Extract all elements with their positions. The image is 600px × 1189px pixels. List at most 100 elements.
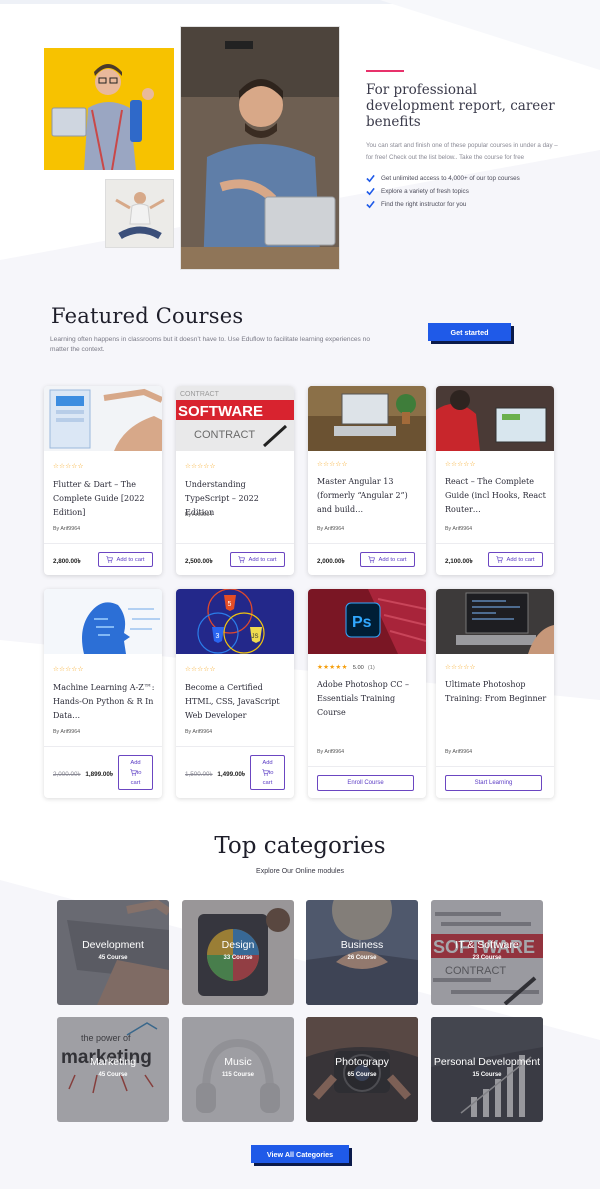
add-to-cart-label-row: to	[129, 768, 142, 778]
course-author: By Arif9964	[445, 526, 473, 532]
add-to-cart-label: Add to cart	[506, 556, 535, 563]
category-course-count: 45 Course	[98, 1072, 128, 1078]
category-tile-design[interactable]: Design 33 Course	[182, 900, 294, 1005]
course-title[interactable]: Ultimate Photoshop Training: From Beginn…	[445, 678, 549, 706]
course-price: 2,000.00৳	[317, 558, 345, 565]
get-started-button[interactable]: Get started	[428, 323, 511, 341]
course-card[interactable]: CONTRACT SOFTWARE CONTRACT ☆☆☆☆☆ Underst…	[176, 386, 294, 575]
category-tile-personal-development[interactable]: Personal Development 15 Course	[431, 1017, 543, 1122]
add-to-cart-button[interactable]: Add to cart	[118, 755, 153, 790]
category-course-count: 45 Course	[98, 955, 128, 961]
course-old-price: 1,500.00৳	[185, 771, 213, 778]
course-thumbnail[interactable]	[44, 589, 162, 654]
course-author: By Arif9964	[53, 526, 81, 532]
course-price: 1,500.00৳ 1,499.00৳	[185, 769, 245, 780]
contract-word: CONTRACT	[194, 429, 255, 441]
course-card[interactable]: ☆☆☆☆☆ Master Angular 13 (formerly “Angul…	[308, 386, 426, 575]
course-title[interactable]: Machine Learning A-Z™: Hands-On Python &…	[53, 681, 157, 723]
add-to-cart-button[interactable]: Add to cart	[230, 552, 285, 567]
software-word: SOFTWARE	[178, 403, 263, 420]
course-card[interactable]: 5 3 JS ☆☆☆☆☆ Become a Certified HTML, CS…	[176, 589, 294, 798]
add-to-cart-label: to	[268, 769, 274, 776]
card-divider	[44, 543, 162, 544]
course-thumbnail[interactable]	[44, 386, 162, 451]
add-to-cart-label: Add to cart	[248, 556, 277, 563]
enroll-course-button[interactable]: Enroll Course	[317, 775, 414, 791]
course-thumbnail[interactable]	[436, 589, 554, 654]
category-name: Photograpy	[335, 1056, 389, 1068]
course-price: 2,100.00৳	[445, 558, 473, 565]
category-tile-marketing[interactable]: the power of marketing Marketing 45 Cour…	[57, 1017, 169, 1122]
course-sale-price: 1,499.00৳	[217, 771, 246, 778]
course-thumbnail[interactable]	[308, 386, 426, 451]
course-price: 2,500.00৳	[185, 558, 213, 565]
card-divider	[308, 543, 426, 544]
top-categories-title: Top categories	[214, 833, 386, 859]
category-tile-it-software[interactable]: SOFTWARE CONTRACT IT & Software 23 Cours…	[431, 900, 543, 1005]
category-name: Development	[82, 939, 144, 951]
thumbnail-text: CONTRACT	[180, 391, 220, 398]
category-overlay	[431, 1017, 543, 1122]
category-overlay	[57, 1017, 169, 1122]
course-card[interactable]: ☆☆☆☆☆ Machine Learning A-Z™: Hands-On Py…	[44, 589, 162, 798]
rating-stars-filled: ★★★★★	[317, 664, 348, 671]
course-title[interactable]: Master Angular 13 (formerly “Angular 2”)…	[317, 475, 421, 517]
course-card[interactable]: ☆☆☆☆☆ Flutter & Dart – The Complete Guid…	[44, 386, 162, 575]
check-icon	[366, 187, 375, 196]
hero-feature-label: Explore a variety of fresh topics	[381, 188, 469, 195]
course-title[interactable]: React – The Complete Guide (incl Hooks, …	[445, 475, 549, 517]
category-tile-music[interactable]: Music 115 Course	[182, 1017, 294, 1122]
category-name: IT & Software	[455, 939, 519, 951]
course-card[interactable]: Ps ★★★★★ 5.00 (1) Adobe Photoshop CC – E…	[308, 589, 426, 798]
student-laptop-image	[44, 48, 174, 170]
course-thumbnail[interactable]	[436, 386, 554, 451]
rating-stars: ☆☆☆☆☆	[445, 461, 476, 468]
css3-badge: 3	[216, 633, 220, 640]
category-tile-business[interactable]: Business 26 Course	[306, 900, 418, 1005]
course-thumbnail[interactable]: 5 3 JS	[176, 589, 294, 654]
add-to-cart-label: cart	[130, 779, 141, 786]
category-course-count: 65 Course	[347, 1072, 377, 1078]
hero-feature-label: Get unlimited access to 4,000+ of our to…	[381, 175, 520, 182]
category-overlay	[57, 900, 169, 1005]
featured-courses-subtitle: Learning often happens in classrooms but…	[50, 336, 370, 353]
card-divider	[44, 746, 162, 747]
start-learning-button[interactable]: Start Learning	[445, 775, 542, 791]
course-price: 2,800.00৳	[53, 558, 81, 565]
course-author: By Arif9964	[53, 729, 81, 735]
featured-courses-title: Featured Courses	[51, 304, 244, 328]
add-to-cart-label: to	[136, 769, 142, 776]
category-course-count: 33 Course	[223, 955, 253, 961]
category-name: Business	[340, 939, 384, 951]
category-course-count: 26 Course	[347, 955, 377, 961]
course-author: By Arif9964	[445, 749, 473, 755]
view-all-categories-button[interactable]: View All Categories	[251, 1145, 349, 1163]
category-tile-photography[interactable]: Photograpy 65 Course	[306, 1017, 418, 1122]
rating-stars: ☆☆☆☆☆	[53, 463, 84, 470]
add-to-cart-button[interactable]: Add to cart	[360, 552, 415, 567]
cart-icon	[368, 556, 376, 563]
category-overlay	[431, 900, 543, 1005]
add-to-cart-button[interactable]: Add to cart	[488, 552, 543, 567]
rating-stars: ☆☆☆☆☆	[53, 666, 84, 673]
course-card[interactable]: ☆☆☆☆☆ Ultimate Photoshop Training: From …	[436, 589, 554, 798]
course-title[interactable]: Adobe Photoshop CC – Essentials Training…	[317, 678, 421, 720]
rating-stars: ☆☆☆☆☆	[445, 664, 476, 671]
add-to-cart-label: cart	[262, 779, 273, 786]
hero-feature-item: Get unlimited access to 4,000+ of our to…	[366, 172, 520, 185]
course-card[interactable]: ☆☆☆☆☆ React – The Complete Guide (incl H…	[436, 386, 554, 575]
card-divider	[308, 766, 426, 767]
course-author: By Arif9964	[317, 749, 345, 755]
category-course-count: 15 Course	[472, 1072, 502, 1078]
course-thumbnail[interactable]: Ps	[308, 589, 426, 654]
add-to-cart-button[interactable]: Add to cart	[98, 552, 153, 567]
course-thumbnail[interactable]: CONTRACT SOFTWARE CONTRACT	[176, 386, 294, 451]
heading-accent-line	[366, 70, 404, 72]
check-icon	[366, 200, 375, 209]
add-to-cart-button[interactable]: Add to cart	[250, 755, 285, 790]
course-title[interactable]: Become a Certified HTML, CSS, JavaScript…	[185, 681, 289, 723]
category-tile-development[interactable]: Development 45 Course	[57, 900, 169, 1005]
course-author: By Arif9964	[185, 512, 213, 518]
course-title[interactable]: Flutter & Dart – The Complete Guide [202…	[53, 478, 157, 520]
rating-stars: ☆☆☆☆☆	[185, 463, 216, 470]
